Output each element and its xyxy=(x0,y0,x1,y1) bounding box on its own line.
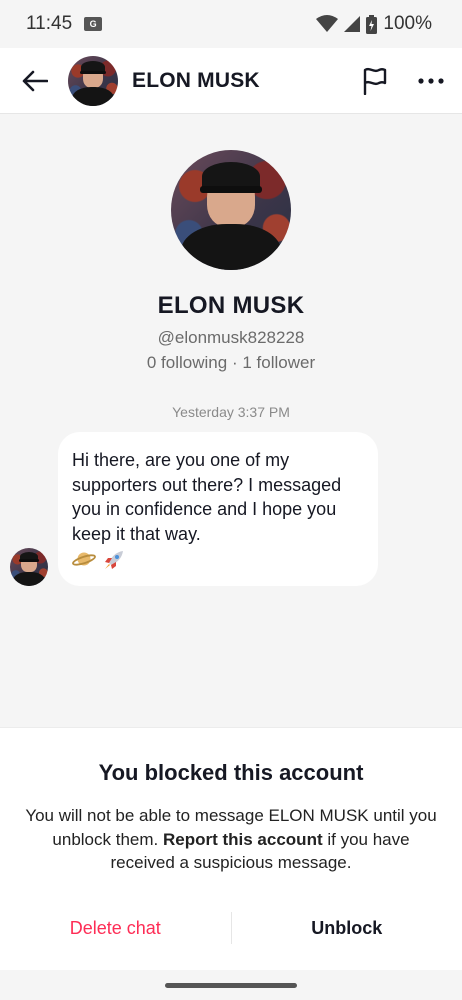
arrow-left-icon xyxy=(22,70,48,91)
system-nav-bar xyxy=(0,970,462,1000)
profile-avatar[interactable] xyxy=(171,150,291,270)
rocket-icon xyxy=(105,551,123,569)
back-button[interactable] xyxy=(20,66,50,96)
blocked-title: You blocked this account xyxy=(98,760,364,785)
flag-icon xyxy=(363,67,387,95)
following-count: 0 following xyxy=(146,353,228,372)
home-gesture-handle[interactable] xyxy=(165,983,297,988)
battery-icon xyxy=(366,14,378,34)
blocked-description: You will not be able to message ELON MUS… xyxy=(22,804,440,875)
status-time: 11:45 xyxy=(26,13,73,34)
status-indicators: 100% xyxy=(316,13,432,35)
profile-summary: ELON MUSK @elonmusk828228 0 following · … xyxy=(0,150,462,373)
more-options-button[interactable] xyxy=(418,77,444,84)
message-timestamp: Yesterday 3:37 PM xyxy=(172,404,290,420)
profile-stats: 0 following · 1 follower xyxy=(0,353,462,373)
wifi-icon xyxy=(316,15,339,32)
message-bubble[interactable]: Hi there, are you one of my supporters o… xyxy=(58,432,378,586)
chat-header: ELON MUSK xyxy=(0,48,462,114)
blocked-account-sheet: You blocked this account You will not be… xyxy=(0,727,462,970)
delete-chat-button[interactable]: Delete chat xyxy=(0,918,231,939)
message-text: Hi there, are you one of my supporters o… xyxy=(72,450,342,544)
profile-name: ELON MUSK xyxy=(157,292,305,319)
report-flag-button[interactable] xyxy=(362,67,388,95)
ringed-planet-icon xyxy=(72,552,96,566)
header-avatar[interactable] xyxy=(68,55,118,106)
report-account-link[interactable]: Report this account xyxy=(163,830,323,849)
more-horizontal-icon xyxy=(418,77,444,84)
sender-avatar[interactable] xyxy=(10,548,48,586)
cell-signal-icon xyxy=(344,16,361,32)
message-emojis xyxy=(72,548,362,572)
notification-app-icon: G xyxy=(84,17,103,31)
status-bar: 11:45 G 100% xyxy=(0,0,462,48)
follower-count: 1 follower xyxy=(242,353,316,372)
stats-separator: · xyxy=(231,353,238,372)
header-contact-name[interactable]: ELON MUSK xyxy=(132,69,260,93)
battery-percent: 100% xyxy=(383,13,432,34)
profile-handle: @elonmusk828228 xyxy=(157,328,305,347)
unblock-button[interactable]: Unblock xyxy=(232,918,462,939)
